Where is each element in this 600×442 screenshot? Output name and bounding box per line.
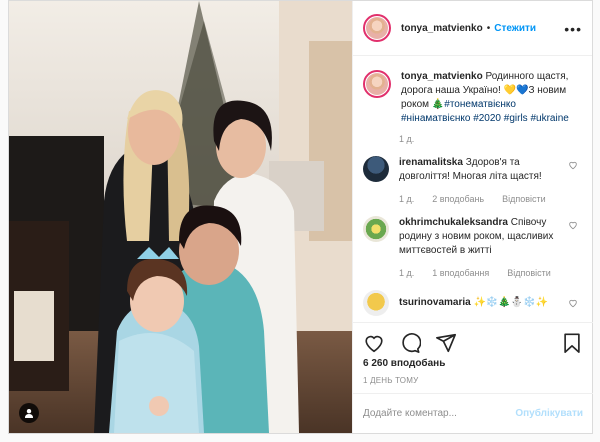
header-separator: • (486, 22, 491, 34)
comment-meta: 1 д. 2 вподобань Відповісти (399, 194, 582, 204)
caption: tonya_matvienko Родинного щастя, дорога … (363, 70, 582, 126)
comment-avatar[interactable] (363, 156, 389, 182)
comment-like-heart-icon[interactable] (568, 160, 578, 170)
post-sidebar: tonya_matvienko • Стежити ••• tonya_matv… (352, 1, 593, 433)
comment-like-heart-icon[interactable] (568, 298, 578, 308)
caption-emoji-2: 🎄 (431, 99, 445, 110)
reply-button[interactable]: Відповісти (507, 268, 551, 278)
follow-button[interactable]: Стежити (494, 23, 536, 34)
caption-avatar[interactable] (363, 70, 391, 98)
user-tag-button[interactable] (19, 403, 39, 423)
comments-list[interactable]: tonya_matvienko Родинного щастя, дорога … (353, 56, 592, 322)
hashtag[interactable]: #тонематвієнко (444, 99, 516, 110)
comment-username[interactable]: okhrimchukaleksandra (399, 217, 508, 228)
author-username[interactable]: tonya_matvienko (401, 23, 483, 34)
post-timestamp[interactable]: 1 день тому (363, 376, 418, 385)
likes-count[interactable]: 6 260 вподобань (363, 358, 445, 369)
reply-button[interactable]: Відповісти (502, 194, 546, 204)
comment-avatar[interactable] (363, 290, 389, 316)
comment-avatar[interactable] (363, 216, 389, 242)
post-dialog: tonya_matvienko • Стежити ••• tonya_matv… (8, 0, 593, 434)
hashtag[interactable]: #girls (504, 113, 528, 124)
comment-time[interactable]: 1 д. (399, 268, 414, 278)
bookmark-icon[interactable] (561, 332, 583, 354)
post-header: tonya_matvienko • Стежити ••• (353, 1, 592, 56)
add-comment-bar: Опублікувати (353, 393, 593, 433)
comment-time[interactable]: 1 д. (399, 194, 414, 204)
hashtag[interactable]: #нінаматвієнко (401, 113, 470, 124)
family-photo-illustration (9, 1, 352, 433)
comment-input[interactable] (363, 408, 516, 419)
caption-emoji-1: 💛💙 (503, 85, 529, 96)
comment-username[interactable]: irenamalitska (399, 157, 463, 168)
post-actions (353, 322, 593, 362)
author-avatar[interactable] (363, 14, 391, 42)
user-tag-icon (25, 409, 33, 418)
comment-likes[interactable]: 2 вподобань (432, 194, 484, 204)
post-photo[interactable] (9, 1, 352, 433)
caption-time[interactable]: 1 д. (399, 134, 414, 144)
caption-meta: 1 д. (399, 134, 582, 144)
hashtag[interactable]: #ukraine (530, 113, 568, 124)
comment-like-heart-icon[interactable] (568, 220, 578, 230)
comment-username[interactable]: tsurinovamaria (399, 297, 471, 308)
share-icon[interactable] (435, 332, 457, 354)
comment-meta: 1 д. 1 вподобання Відповісти (399, 268, 582, 278)
more-options-icon[interactable]: ••• (564, 21, 582, 37)
caption-username[interactable]: tonya_matvienko (401, 71, 483, 82)
comment-text: ✨❄️🎄⛄❄️✨ (473, 297, 549, 308)
comment-item: tsurinovamaria ✨❄️🎄⛄❄️✨ (363, 290, 582, 316)
comment-item: irenamalitska Здоров'я та довголіття! Мн… (363, 156, 582, 184)
comment-icon[interactable] (399, 332, 421, 354)
comment-likes[interactable]: 1 вподобання (432, 268, 489, 278)
comment-item: okhrimchukaleksandra Співочу родину з но… (363, 216, 582, 258)
hashtag[interactable]: #2020 (473, 113, 501, 124)
post-comment-button[interactable]: Опублікувати (515, 408, 583, 419)
heart-icon[interactable] (363, 332, 385, 354)
